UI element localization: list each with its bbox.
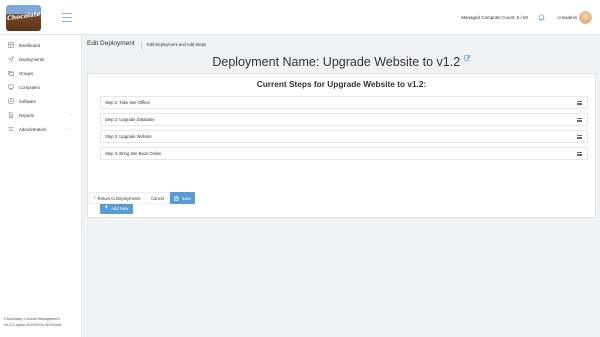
reports-icon [8, 112, 14, 118]
avatar[interactable] [579, 11, 592, 24]
sidebar-item-label: Dashboard [19, 42, 41, 48]
drag-handle-icon[interactable] [577, 101, 582, 105]
plus-icon: + [104, 205, 109, 211]
deployments-icon [8, 56, 14, 62]
sidebar-item-label: Computers [19, 84, 41, 90]
chevron-right-icon: › [69, 126, 71, 131]
step-label: Step 2: Upgrade Database [105, 117, 155, 122]
sidebar-item-label: Administration [19, 126, 47, 132]
cancel-button[interactable]: Cancel [145, 192, 171, 204]
sidebar-item-computers[interactable]: Computers [0, 80, 81, 94]
header-divider [141, 41, 142, 50]
page-header: Edit Deployment Edit Deployment and Add … [83, 35, 600, 53]
save-icon [173, 195, 179, 201]
drag-handle-icon[interactable] [577, 135, 582, 139]
save-button[interactable]: Save [170, 192, 195, 204]
step-label: Step 3: Upgrade Website [105, 134, 152, 139]
sidebar-item-dashboard[interactable]: Dashboard [0, 38, 81, 52]
sidebar-item-deployments[interactable]: Deployments [0, 52, 81, 66]
sidebar: Dashboard Deployments Groups Computers S… [0, 35, 82, 337]
sidebar-item-label: Reports [19, 112, 35, 118]
sidebar-item-label: Software [19, 98, 36, 104]
admin-icon [8, 126, 14, 132]
save-label: Save [181, 195, 192, 201]
chocolatey-logo[interactable]: Chocolatey [6, 5, 41, 31]
product-name: Chocolatey Central Management [4, 317, 60, 321]
steps-panel-title: Current Steps for Upgrade Website to v1.… [256, 79, 427, 89]
deployment-name-heading: Deployment Name: Upgrade Website to v1.2 [83, 54, 600, 69]
computer-icon [8, 84, 14, 90]
top-bar: Chocolatey Managed Computer Count: 5 / 5… [0, 0, 600, 35]
step-row[interactable]: Step 2: Upgrade Database [100, 113, 588, 126]
managed-computer-count: Managed Computer Count: 5 / 50 [461, 15, 528, 20]
software-icon [8, 98, 14, 104]
groups-icon [8, 70, 14, 76]
step-row[interactable]: Step 3: Upgrade Website [100, 130, 588, 143]
deployment-name-text: Deployment Name: Upgrade Website to v1.2 [212, 55, 461, 70]
sidebar-item-software[interactable]: Software [0, 94, 81, 108]
sidebar-item-groups[interactable]: Groups [0, 66, 81, 80]
bell-icon[interactable] [538, 14, 545, 21]
sidebar-item-label: Deployments [19, 56, 45, 62]
main-content: Edit Deployment Edit Deployment and Add … [83, 35, 600, 337]
step-row[interactable]: Step 1: Take Site Offline [100, 96, 588, 109]
version-string: v0.2.0-alpha-20200219-0151Sxb9 [4, 322, 62, 327]
username[interactable]: ccmadmin [557, 15, 577, 20]
add-new-label: Add New [111, 205, 129, 211]
step-label: Step 1: Take Site Offline [105, 100, 150, 105]
chevron-left-icon: ‹ [94, 195, 96, 201]
return-label: Return to Deployments [97, 195, 141, 201]
cancel-label: Cancel [151, 195, 165, 201]
drag-handle-icon[interactable] [577, 118, 582, 122]
dashboard-icon [8, 42, 14, 48]
step-label: Step 4: Bring Site Back Online [105, 151, 162, 156]
edit-icon[interactable] [464, 54, 471, 61]
menu-toggle-icon[interactable] [62, 13, 72, 22]
sidebar-item-reports[interactable]: Reports › [0, 108, 81, 122]
page-title: Edit Deployment [87, 40, 135, 47]
drag-handle-icon[interactable] [577, 152, 582, 156]
chevron-right-icon: › [69, 112, 71, 117]
sidebar-item-administration[interactable]: Administration › [0, 122, 81, 136]
logo-text: Chocolatey [6, 10, 41, 23]
step-row[interactable]: Step 4: Bring Site Back Online [100, 147, 588, 160]
sidebar-item-label: Groups [19, 70, 34, 76]
return-to-deployments-button[interactable]: ‹ Return to Deployments [89, 192, 146, 204]
version-info: Chocolatey Central Management v0.2.0-alp… [4, 317, 61, 328]
page-subtitle: Edit Deployment and Add Steps [147, 42, 207, 47]
